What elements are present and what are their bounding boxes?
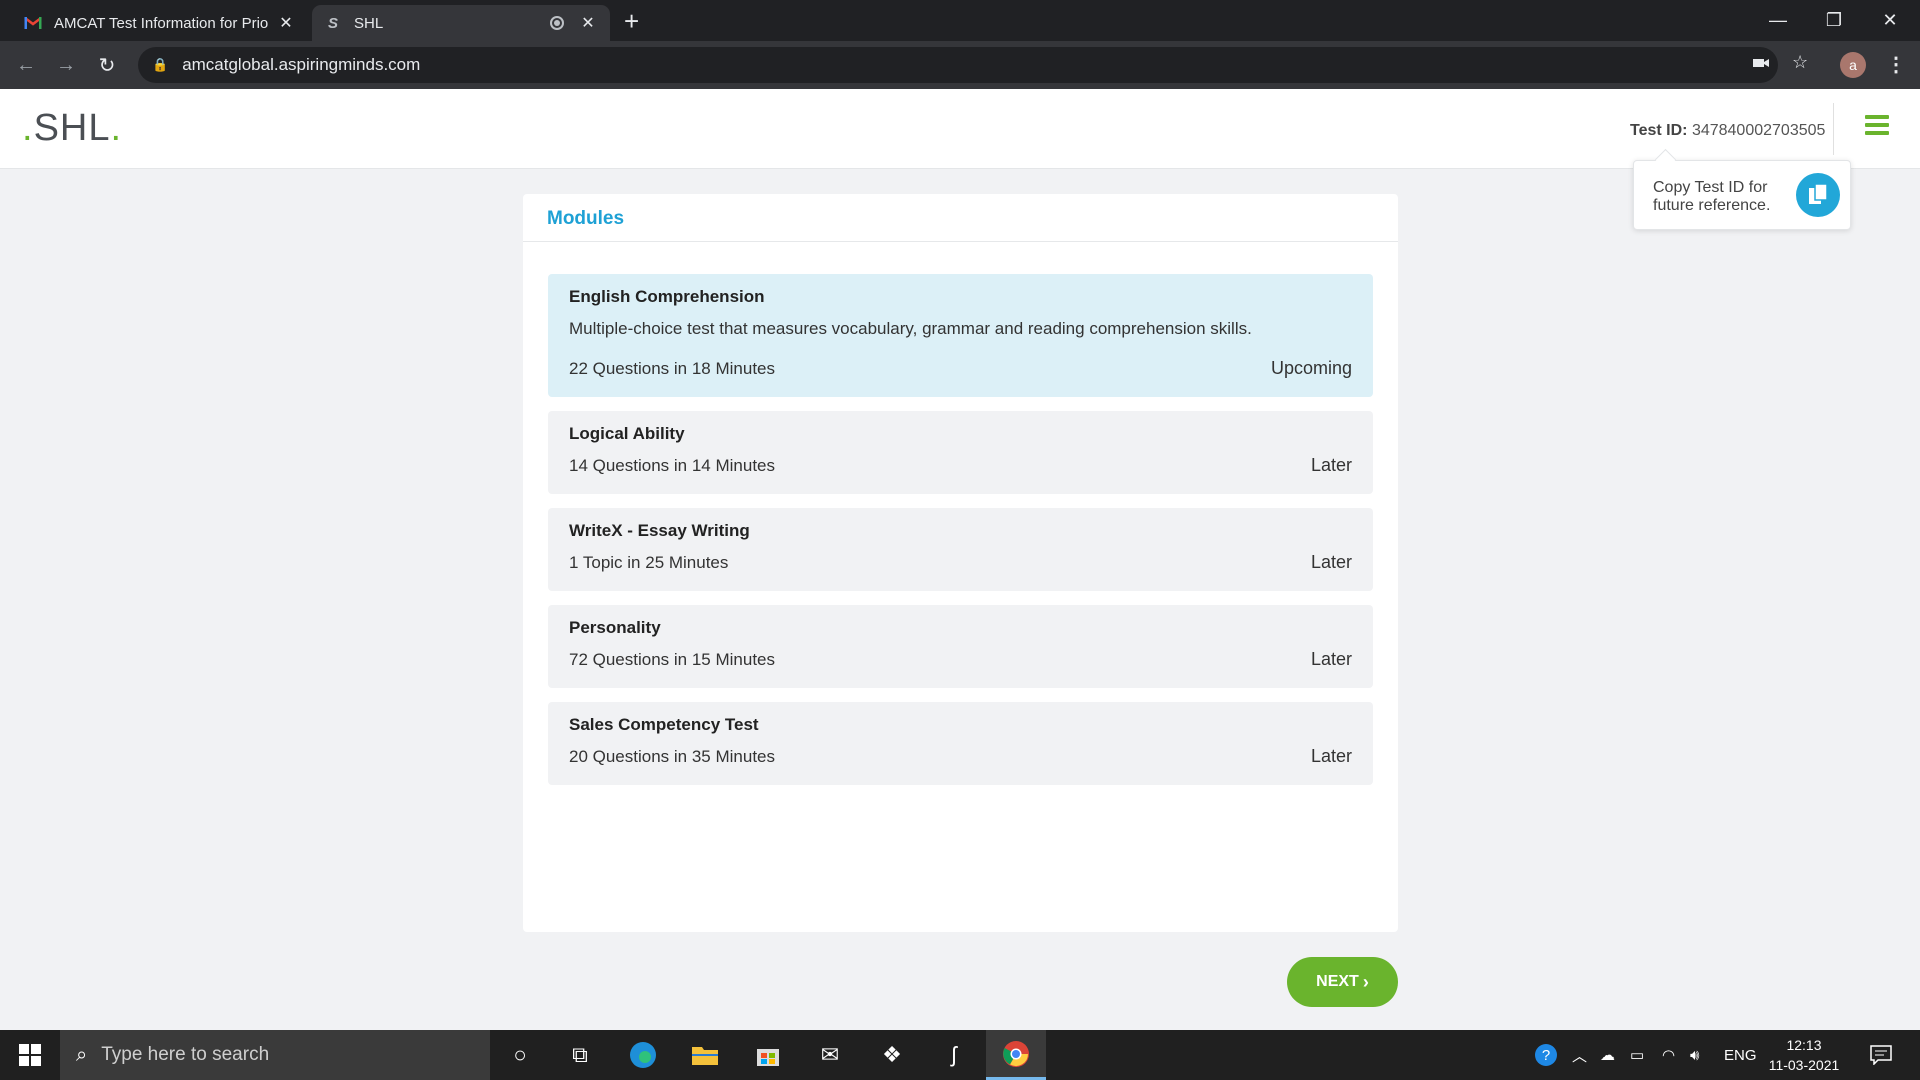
onedrive-icon[interactable]: ☁ xyxy=(1600,1030,1615,1080)
forward-icon[interactable]: → xyxy=(52,51,80,79)
chevron-up-icon[interactable]: ︿ xyxy=(1572,1030,1587,1080)
dropbox-icon[interactable]: ❖ xyxy=(862,1030,922,1080)
module-name: WriteX - Essay Writing xyxy=(569,521,750,540)
close-tab-icon[interactable]: ✕ xyxy=(578,13,598,33)
module-writex-essay: WriteX - Essay Writing 1 Topic in 25 Min… xyxy=(548,508,1373,591)
module-description: Multiple-choice test that measures vocab… xyxy=(569,319,1252,338)
clock-date: 11-03-2021 xyxy=(1768,1057,1840,1073)
module-status: Later xyxy=(1310,455,1352,475)
header-divider xyxy=(1833,103,1834,155)
reload-icon[interactable]: ↻ xyxy=(93,51,121,79)
windows-start-icon[interactable] xyxy=(0,1030,60,1080)
copy-icon[interactable] xyxy=(1796,173,1840,217)
lock-icon: 🔒 xyxy=(152,57,169,72)
close-tab-icon[interactable]: ✕ xyxy=(276,13,296,33)
taskbar: ⌕ Type here to search ○ ⧉ ✉ ❖ ʃ ? ︿ ☁ ▭ … xyxy=(0,1030,1920,1080)
modules-title: Modules xyxy=(547,208,625,229)
module-name: Personality xyxy=(569,618,661,637)
module-sales-competency: Sales Competency Test 20 Questions in 35… xyxy=(548,702,1373,785)
search-placeholder: Type here to search xyxy=(101,1044,270,1065)
store-icon[interactable] xyxy=(738,1030,798,1080)
help-icon[interactable]: ? xyxy=(1533,1030,1559,1080)
next-button-label: NEXT xyxy=(1316,973,1359,990)
next-button[interactable]: NEXT › xyxy=(1287,957,1398,1007)
address-bar[interactable]: 🔒 amcatglobal.aspiringminds.com xyxy=(138,47,1778,83)
page-header: .SHL. Test ID: 347840002703505 xyxy=(0,89,1920,169)
test-id-value: 347840002703505 xyxy=(1691,122,1826,139)
module-english-comprehension: English Comprehension Multiple-choice te… xyxy=(548,274,1373,397)
hamburger-menu-icon[interactable] xyxy=(1865,115,1889,139)
module-status: Later xyxy=(1310,746,1352,766)
module-name: English Comprehension xyxy=(569,287,765,306)
shl-logo: .SHL. xyxy=(22,107,123,149)
module-logical-ability: Logical Ability 14 Questions in 14 Minut… xyxy=(548,411,1373,494)
svg-text:?: ? xyxy=(1542,1047,1550,1064)
recording-icon xyxy=(550,16,564,30)
app-s-icon[interactable]: ʃ xyxy=(924,1030,984,1080)
close-window-icon[interactable]: ✕ xyxy=(1862,0,1918,41)
browser-titlebar: AMCAT Test Information for Prio ✕ S SHL … xyxy=(0,0,1920,41)
module-question-count: 14 Questions in 14 Minutes xyxy=(569,456,776,475)
task-view-icon[interactable]: ⧉ xyxy=(550,1030,610,1080)
gmail-icon xyxy=(24,14,42,32)
module-question-count: 20 Questions in 35 Minutes xyxy=(569,747,776,766)
profile-avatar[interactable]: a xyxy=(1840,52,1866,78)
battery-icon[interactable]: ▭ xyxy=(1630,1030,1644,1080)
module-personality: Personality 72 Questions in 15 Minutes L… xyxy=(548,605,1373,688)
module-question-count: 22 Questions in 18 Minutes xyxy=(569,359,776,378)
camera-icon[interactable] xyxy=(1752,54,1770,75)
file-explorer-icon[interactable] xyxy=(675,1030,735,1080)
volume-icon[interactable]: 🔊︎ xyxy=(1690,1030,1699,1080)
test-id: Test ID: 347840002703505 xyxy=(1630,122,1825,140)
restore-icon[interactable]: ❐ xyxy=(1806,0,1862,41)
module-status: Later xyxy=(1310,649,1352,669)
shl-icon: S xyxy=(327,14,338,32)
test-id-label: Test ID: xyxy=(1630,122,1688,139)
cortana-icon[interactable]: ○ xyxy=(490,1030,550,1080)
edge-icon[interactable] xyxy=(613,1030,673,1080)
notifications-icon[interactable] xyxy=(1870,1030,1892,1080)
minimize-icon[interactable]: — xyxy=(1750,0,1806,41)
module-status: Later xyxy=(1310,552,1352,572)
bookmark-star-icon[interactable]: ☆ xyxy=(1792,52,1808,73)
language-indicator[interactable]: ENG xyxy=(1724,1030,1757,1080)
browser-toolbar: ← → ↻ 🔒 amcatglobal.aspiringminds.com ☆ … xyxy=(0,41,1920,89)
search-icon: ⌕ xyxy=(76,1043,88,1066)
back-icon[interactable]: ← xyxy=(12,51,40,79)
tab-title: SHL xyxy=(354,14,384,32)
clock-time: 12:13 xyxy=(1786,1037,1822,1053)
taskbar-search[interactable]: ⌕ Type here to search xyxy=(60,1030,490,1080)
module-name: Sales Competency Test xyxy=(569,715,759,734)
divider xyxy=(523,241,1398,242)
tooltip-text: Copy Test ID for future reference. xyxy=(1653,179,1771,214)
chrome-icon[interactable] xyxy=(986,1030,1046,1080)
module-name: Logical Ability xyxy=(569,424,685,443)
wifi-icon[interactable]: ◠ xyxy=(1662,1030,1675,1080)
module-question-count: 72 Questions in 15 Minutes xyxy=(569,650,776,669)
url-text: amcatglobal.aspiringminds.com xyxy=(182,55,421,74)
mail-icon[interactable]: ✉ xyxy=(800,1030,860,1080)
modules-card: Modules English Comprehension Multiple-c… xyxy=(523,194,1398,932)
copy-test-id-tooltip: Copy Test ID for future reference. xyxy=(1633,160,1851,230)
tab-title: AMCAT Test Information for Prio xyxy=(54,14,269,32)
module-question-count: 1 Topic in 25 Minutes xyxy=(569,553,729,572)
tab-amcat[interactable]: AMCAT Test Information for Prio ✕ xyxy=(12,5,308,41)
tab-shl[interactable]: S SHL ✕ xyxy=(312,5,610,41)
chevron-right-icon: › xyxy=(1362,971,1369,992)
new-tab-icon[interactable]: + xyxy=(624,8,639,34)
module-status: Upcoming xyxy=(1270,358,1352,378)
clock[interactable]: 12:13 11-03-2021 xyxy=(1764,1035,1844,1075)
browser-menu-icon[interactable]: ⋮ xyxy=(1886,52,1906,77)
